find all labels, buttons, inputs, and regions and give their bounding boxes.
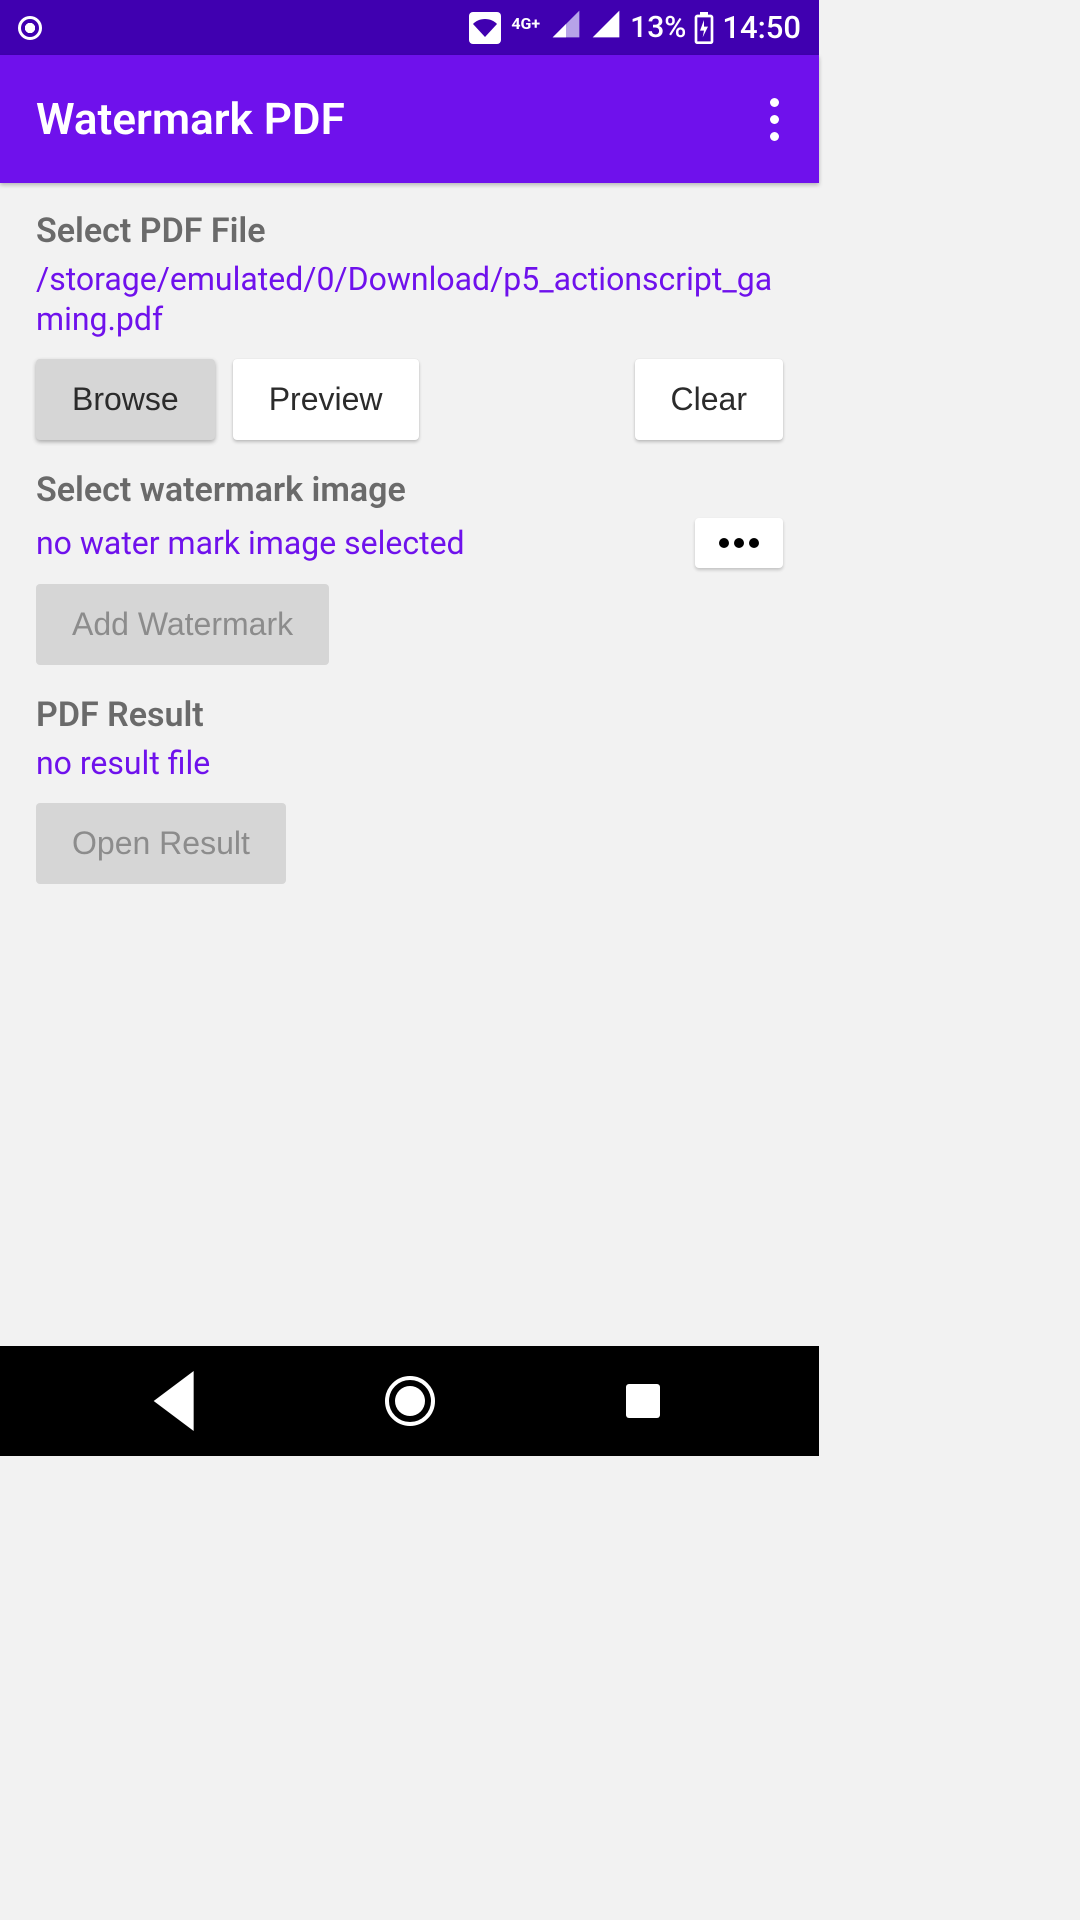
nav-back-button[interactable] — [137, 1361, 217, 1441]
select-pdf-label: Select PDF File — [36, 211, 783, 251]
signal-icon-2 — [590, 8, 622, 48]
app-bar: Watermark PDF — [0, 55, 819, 183]
navigation-bar — [0, 1346, 819, 1456]
preview-button[interactable]: Preview — [233, 359, 419, 440]
watermark-status: no water mark image selected — [36, 523, 695, 563]
app-title: Watermark PDF — [36, 93, 345, 145]
wifi-icon — [469, 12, 501, 44]
network-type-label: 4G+ — [511, 14, 540, 33]
result-status: no result file — [36, 743, 783, 783]
watermark-more-button[interactable] — [695, 518, 783, 568]
notification-dot-icon — [18, 16, 42, 40]
add-watermark-button[interactable]: Add Watermark — [36, 584, 329, 665]
status-bar: 4G+ 13% 14:50 — [0, 0, 819, 55]
signal-icon-1 — [550, 8, 582, 48]
overflow-menu-button[interactable] — [758, 86, 791, 153]
battery-percent: 13% — [630, 10, 686, 45]
battery-charging-icon — [694, 12, 714, 44]
main-content: Select PDF File /storage/emulated/0/Down… — [0, 183, 819, 934]
clear-button[interactable]: Clear — [635, 359, 783, 440]
nav-recent-button[interactable] — [603, 1361, 683, 1441]
clock: 14:50 — [722, 9, 801, 46]
browse-button[interactable]: Browse — [36, 359, 215, 440]
pdf-result-label: PDF Result — [36, 695, 783, 735]
selected-pdf-path: /storage/emulated/0/Download/p5_actionsc… — [36, 259, 783, 339]
nav-home-button[interactable] — [370, 1361, 450, 1441]
open-result-button[interactable]: Open Result — [36, 803, 286, 884]
select-watermark-label: Select watermark image — [36, 470, 783, 510]
